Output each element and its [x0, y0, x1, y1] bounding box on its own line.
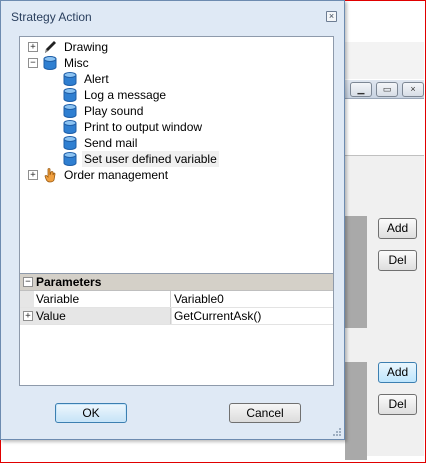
- add-button-bottom[interactable]: Add: [378, 362, 417, 383]
- bg-list-panel-bottom: [345, 362, 367, 460]
- tree-node-label: Alert: [84, 72, 109, 86]
- category-label: Parameters: [36, 275, 102, 289]
- minimize-icon[interactable]: ▁: [350, 82, 372, 97]
- tree-node-send-mail[interactable]: Send mail: [20, 135, 320, 151]
- dialog-close-button[interactable]: ×: [326, 11, 337, 22]
- tree-node-alert[interactable]: Alert: [20, 71, 320, 87]
- parameters-category[interactable]: − Parameters: [20, 274, 333, 291]
- pencil-icon: [45, 41, 56, 53]
- column-divider: [170, 308, 171, 324]
- column-divider: [170, 291, 171, 307]
- property-row-variable[interactable]: Variable Variable0: [20, 291, 333, 308]
- database-icon: [63, 120, 77, 134]
- hand-icon: [44, 168, 56, 183]
- property-value[interactable]: GetCurrentAsk(): [172, 308, 333, 324]
- del-button-top[interactable]: Del: [378, 250, 417, 271]
- database-icon: [63, 104, 77, 118]
- tree-node-print-output[interactable]: Print to output window: [20, 119, 320, 135]
- bg-child-titlebar: ▁ ▭ ×: [340, 80, 424, 99]
- del-button-bottom[interactable]: Del: [378, 394, 417, 415]
- dialog-title: Strategy Action: [11, 10, 92, 24]
- tree-node-drawing[interactable]: + Drawing: [20, 39, 320, 55]
- expand-icon[interactable]: +: [28, 170, 38, 180]
- expand-icon[interactable]: +: [28, 42, 38, 52]
- collapse-icon[interactable]: −: [23, 277, 33, 287]
- bg-child-content: [340, 99, 424, 156]
- tree-node-label: Log a message: [84, 88, 167, 102]
- ok-button[interactable]: OK: [55, 403, 127, 423]
- tree-node-label: Print to output window: [84, 120, 203, 134]
- property-name: Variable: [36, 292, 80, 306]
- tree-node-set-user-variable[interactable]: Set user defined variable: [20, 151, 320, 167]
- bg-toolbar-strip: [345, 18, 424, 43]
- database-icon: [63, 72, 77, 86]
- tree-node-play-sound[interactable]: Play sound: [20, 103, 320, 119]
- action-tree: + Drawing − Misc Alert Log a message Pla…: [19, 36, 334, 274]
- tree-node-label: Drawing: [64, 40, 109, 54]
- restore-icon[interactable]: ▭: [376, 82, 398, 97]
- collapse-icon[interactable]: −: [28, 58, 38, 68]
- tree-node-label: Order management: [64, 168, 169, 182]
- property-name: Value: [36, 309, 66, 323]
- title-bar[interactable]: Strategy Action ×: [1, 1, 344, 29]
- tree-node-label: Send mail: [84, 136, 138, 150]
- database-icon: [63, 152, 77, 166]
- bg-list-panel-top: [345, 216, 367, 328]
- property-value[interactable]: Variable0: [172, 291, 224, 307]
- tree-node-label: Play sound: [84, 104, 144, 118]
- resize-grip-icon[interactable]: [332, 427, 342, 437]
- tree-node-log-message[interactable]: Log a message: [20, 87, 320, 103]
- add-button-top[interactable]: Add: [378, 218, 417, 239]
- tree-node-label: Misc: [64, 56, 89, 70]
- database-icon: [63, 136, 77, 150]
- property-row-value[interactable]: + Value GetCurrentAsk(): [20, 308, 333, 325]
- tree-node-misc[interactable]: − Misc: [20, 55, 320, 71]
- close-icon[interactable]: ×: [402, 82, 424, 97]
- expand-icon[interactable]: +: [23, 311, 33, 321]
- strategy-action-dialog: Strategy Action × + Drawing − Misc Alert: [0, 0, 345, 440]
- tree-node-label: Set user defined variable: [82, 151, 219, 167]
- database-icon: [43, 56, 57, 70]
- tree-node-order-management[interactable]: + Order management: [20, 167, 320, 183]
- bg-header-area: [345, 42, 424, 79]
- database-icon: [63, 88, 77, 102]
- row-gutter: [20, 291, 34, 307]
- cancel-button[interactable]: Cancel: [229, 403, 301, 423]
- property-grid: − Parameters Variable Variable0 + Value …: [19, 274, 334, 386]
